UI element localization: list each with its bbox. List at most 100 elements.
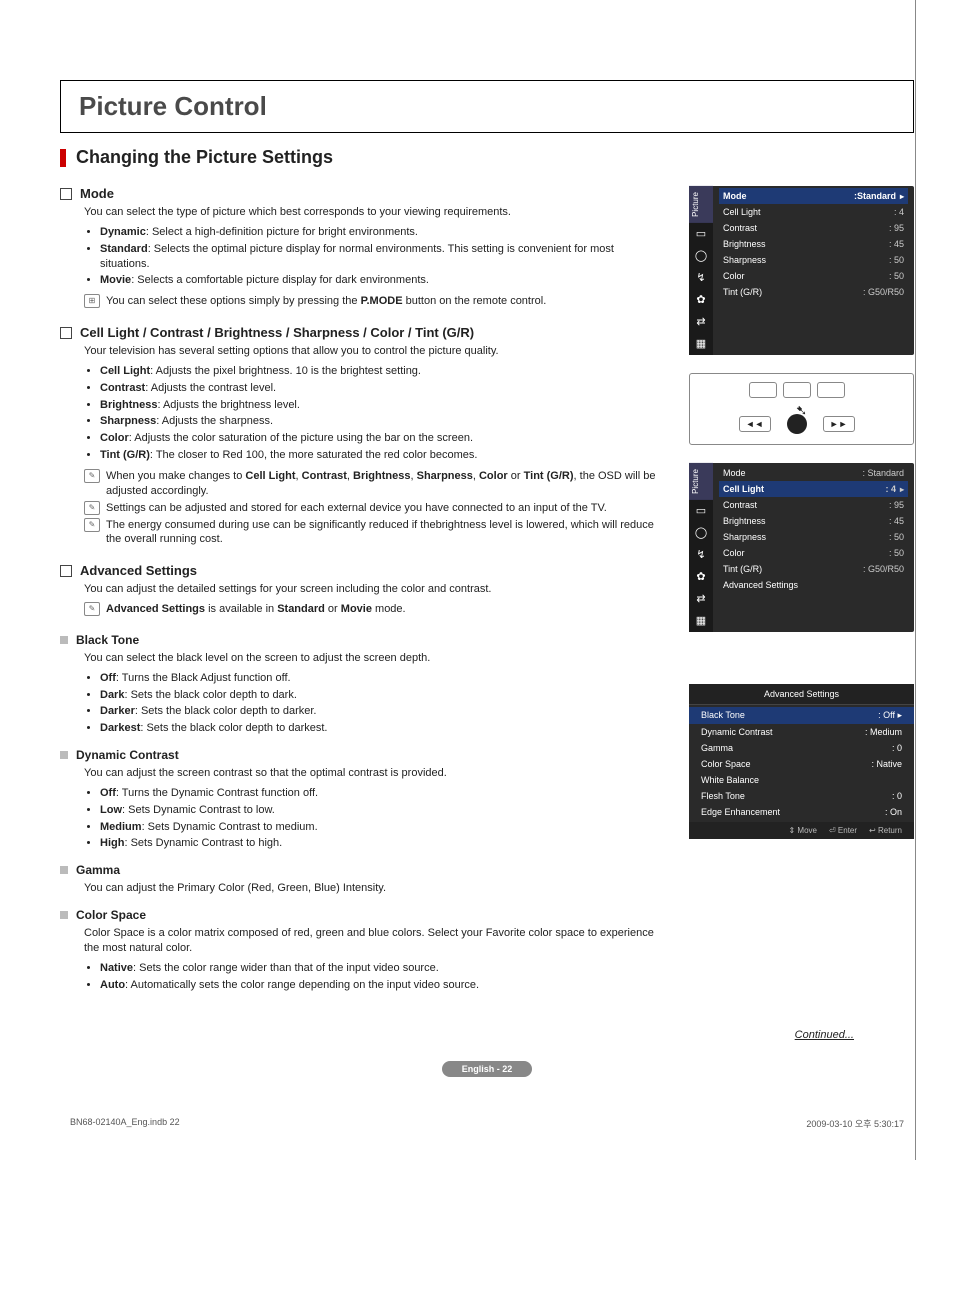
osd-row: Advanced Settings: [719, 577, 908, 593]
settings-note-2: ✎ Settings can be adjusted and stored fo…: [84, 501, 665, 516]
remote-button: [749, 382, 777, 398]
color-space-items: Native: Sets the color range wider than …: [84, 961, 665, 993]
osd-row: Color: 50: [719, 545, 908, 561]
continued-label: Continued...: [60, 1029, 854, 1041]
bullet-small-icon: [60, 636, 68, 644]
osd-row: Brightness: 45: [719, 236, 908, 252]
subsection-dynamic-contrast: Dynamic Contrast: [60, 748, 665, 762]
remote-button: [783, 382, 811, 398]
subsection-gamma: Gamma: [60, 863, 665, 877]
channel-icon: ↯: [689, 267, 713, 289]
color-space-intro: Color Space is a color matrix composed o…: [84, 926, 665, 956]
tv-icon: ▭: [689, 500, 713, 522]
section-mode: Mode You can select the type of picture …: [60, 186, 665, 309]
section-picture-settings: Cell Light / Contrast / Brightness / Sha…: [60, 325, 665, 547]
osd-row: Color: 50: [719, 268, 908, 284]
advanced-intro: You can adjust the detailed settings for…: [84, 582, 665, 597]
sound-icon: ◯: [689, 245, 713, 267]
channel-icon: ↯: [689, 544, 713, 566]
section-heading: Changing the Picture Settings: [60, 147, 914, 168]
bullet-small-icon: [60, 866, 68, 874]
print-footer-right: 2009-03-10 오후 5:30:17: [806, 1117, 904, 1130]
dyn-contrast-intro: You can adjust the screen contrast so th…: [84, 766, 665, 781]
app-icon: ▦: [689, 610, 713, 632]
heading-accent-bar: [60, 149, 66, 167]
forward-button-icon: ►►: [823, 416, 855, 432]
print-footer-left: BN68-02140A_Eng.indb 22: [70, 1117, 180, 1130]
osd-picture-mode-panel: Picture ▭ ◯ ↯ ✿ ⇄ ▦ Mode:Standard▸ Cell …: [689, 186, 914, 355]
illustration-column: Picture ▭ ◯ ↯ ✿ ⇄ ▦ Mode:Standard▸ Cell …: [689, 186, 914, 999]
osd-row: Brightness: 45: [719, 513, 908, 529]
osd-row: Cell Light: 4: [719, 204, 908, 220]
settings-intro: Your television has several setting opti…: [84, 344, 665, 359]
remote-button-icon: ⊞: [84, 294, 100, 308]
osd-row: Sharpness: 50: [719, 252, 908, 268]
osd-row-mode: Mode: Standard: [719, 465, 908, 481]
chevron-right-icon: ▸: [900, 192, 904, 201]
mode-items: Dynamic: Select a high-definition pictur…: [84, 225, 665, 288]
mode-note: ⊞ You can select these options simply by…: [84, 294, 665, 309]
setup-icon: ✿: [689, 289, 713, 311]
gamma-intro: You can adjust the Primary Color (Red, G…: [84, 881, 665, 896]
joystick-icon: [787, 414, 807, 434]
input-icon: ⇄: [689, 588, 713, 610]
settings-note-1: ✎ When you make changes to Cell Light, C…: [84, 469, 665, 499]
rewind-button-icon: ◄◄: [739, 416, 771, 432]
section-heading-text: Changing the Picture Settings: [76, 147, 333, 168]
adv-row: Edge Enhancement: On: [689, 804, 914, 820]
subsection-color-space: Color Space: [60, 908, 665, 922]
advanced-note: ✎ Advanced Settings is available in Stan…: [84, 602, 665, 617]
osd-tab-picture: Picture: [689, 186, 713, 223]
osd-row: Contrast: 95: [719, 220, 908, 236]
osd-tab-picture: Picture: [689, 463, 713, 500]
chevron-right-icon: ▸: [900, 485, 904, 494]
settings-note-3: ✎ The energy consumed during use can be …: [84, 518, 665, 548]
info-icon: ✎: [84, 518, 100, 532]
app-icon: ▦: [689, 333, 713, 355]
setup-icon: ✿: [689, 566, 713, 588]
bullet-square-icon: [60, 188, 72, 200]
chevron-right-icon: ▸: [897, 710, 902, 720]
osd-advanced-settings-panel: Advanced Settings Black Tone: Off ▸ Dyna…: [689, 684, 914, 839]
adv-row: White Balance: [689, 772, 914, 788]
advanced-title: Advanced Settings: [80, 563, 197, 578]
settings-items: Cell Light: Adjusts the pixel brightness…: [84, 364, 665, 463]
content-column: Mode You can select the type of picture …: [60, 186, 665, 999]
adv-row: Gamma: 0: [689, 740, 914, 756]
bullet-square-icon: [60, 565, 72, 577]
mode-title: Mode: [80, 186, 114, 201]
page-number-pill: English - 22: [442, 1061, 532, 1077]
black-tone-items: Off: Turns the Black Adjust function off…: [84, 671, 665, 736]
black-tone-intro: You can select the black level on the sc…: [84, 651, 665, 666]
info-icon: ✎: [84, 501, 100, 515]
input-icon: ⇄: [689, 311, 713, 333]
move-hint: ⇕ Move: [788, 826, 817, 835]
enter-hint: ⏎ Enter: [829, 826, 857, 835]
osd-row: Tint (G/R): G50/R50: [719, 561, 908, 577]
chapter-title: Picture Control: [79, 91, 895, 122]
tv-icon: ▭: [689, 223, 713, 245]
mode-intro: You can select the type of picture which…: [84, 205, 665, 220]
osd-row: Tint (G/R): G50/R50: [719, 284, 908, 300]
info-icon: ✎: [84, 469, 100, 483]
chapter-title-box: Picture Control: [60, 80, 914, 133]
adv-row-black-tone: Black Tone: Off ▸: [689, 707, 914, 724]
bullet-small-icon: [60, 911, 68, 919]
adv-row: Color Space: Native: [689, 756, 914, 772]
adv-row: Dynamic Contrast: Medium: [689, 724, 914, 740]
remote-button: [817, 382, 845, 398]
osd-row-cell-light: Cell Light: 4▸: [719, 481, 908, 497]
print-footer: BN68-02140A_Eng.indb 22 2009-03-10 오후 5:…: [60, 1117, 914, 1140]
bullet-square-icon: [60, 327, 72, 339]
sound-icon: ◯: [689, 522, 713, 544]
section-advanced-settings: Advanced Settings You can adjust the det…: [60, 563, 665, 617]
info-icon: ✎: [84, 602, 100, 616]
osd-row-mode: Mode:Standard▸: [719, 188, 908, 204]
subsection-black-tone: Black Tone: [60, 633, 665, 647]
remote-illustration: ➷ ◄◄ ►►: [689, 373, 914, 445]
adv-row: Flesh Tone: 0: [689, 788, 914, 804]
bullet-small-icon: [60, 751, 68, 759]
adv-panel-title: Advanced Settings: [689, 684, 914, 705]
return-hint: ↩ Return: [869, 826, 902, 835]
dyn-contrast-items: Off: Turns the Dynamic Contrast function…: [84, 786, 665, 851]
